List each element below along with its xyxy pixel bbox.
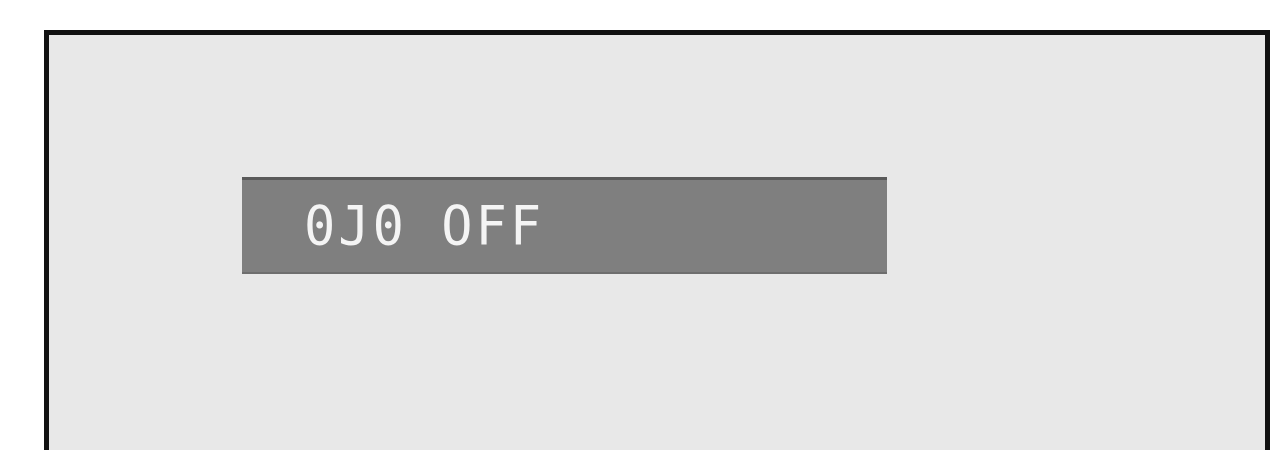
osd-message-bar: 0J0 OFF [242,177,887,274]
osd-message-text: 0J0 OFF [304,195,545,259]
tv-screen-frame: 0J0 OFF [44,30,1270,450]
